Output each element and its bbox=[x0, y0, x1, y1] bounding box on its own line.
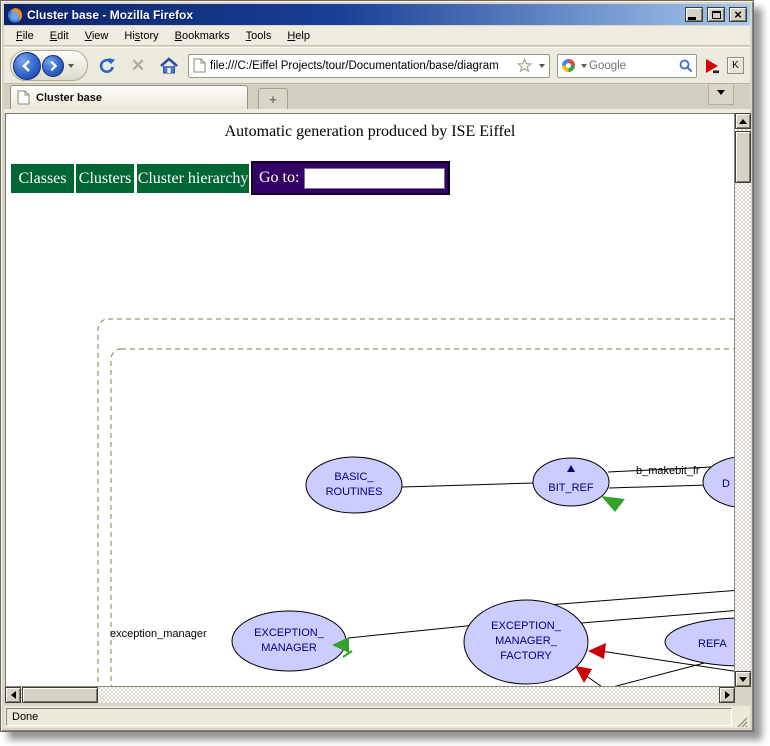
search-engine-dropdown-icon[interactable] bbox=[581, 64, 587, 71]
svg-text:BASIC_: BASIC_ bbox=[334, 471, 374, 483]
maximize-icon bbox=[712, 11, 721, 19]
scroll-down-button[interactable] bbox=[735, 671, 751, 687]
triangle-right-icon bbox=[725, 691, 734, 699]
edge-label: b_makebit_fr bbox=[636, 465, 700, 477]
window-title: Cluster base - Mozilla Firefox bbox=[27, 8, 681, 22]
menu-bar: File Edit View History Bookmarks Tools H… bbox=[4, 26, 750, 46]
navigation-toolbar: ✕ bbox=[4, 47, 750, 84]
svg-text:FACTORY: FACTORY bbox=[500, 650, 552, 662]
search-magnifier-icon[interactable] bbox=[679, 59, 693, 73]
stop-button[interactable]: ✕ bbox=[126, 53, 150, 79]
triangle-down-icon bbox=[739, 677, 747, 686]
home-icon bbox=[159, 57, 179, 74]
green-arrowhead-icon bbox=[601, 496, 625, 512]
firefox-icon bbox=[7, 7, 23, 23]
horizontal-scroll-thumb[interactable] bbox=[22, 687, 98, 703]
url-dropdown-icon[interactable] bbox=[539, 64, 545, 71]
menu-view[interactable]: View bbox=[77, 28, 117, 44]
status-bar: Done bbox=[4, 706, 750, 728]
back-arrow-icon bbox=[20, 59, 34, 73]
home-button[interactable] bbox=[157, 53, 181, 79]
kaspersky-icon[interactable] bbox=[704, 58, 720, 74]
close-button[interactable]: × bbox=[729, 7, 747, 22]
history-dropdown-icon[interactable] bbox=[68, 64, 74, 71]
cluster-diagram: b_makebit_fr exception_manager BASIC_ RO… bbox=[6, 114, 734, 686]
maximize-button[interactable] bbox=[707, 7, 725, 22]
red-arrowhead-icon bbox=[575, 666, 592, 683]
cluster-label: exception_manager bbox=[110, 628, 207, 640]
tab-cluster-base[interactable]: Cluster base bbox=[10, 85, 248, 109]
triangle-up-icon bbox=[739, 115, 747, 124]
horizontal-scrollbar[interactable] bbox=[5, 687, 735, 703]
node-exception-manager-factory[interactable]: EXCEPTION_ MANAGER_ FACTORY bbox=[464, 600, 588, 684]
browser-viewport: Automatic generation produced by ISE Eif… bbox=[5, 113, 751, 703]
scroll-left-button[interactable] bbox=[5, 687, 21, 703]
page-content: Automatic generation produced by ISE Eif… bbox=[6, 114, 734, 686]
menu-edit[interactable]: Edit bbox=[42, 28, 77, 44]
node-exception-manager[interactable]: EXCEPTION_ MANAGER bbox=[232, 611, 346, 671]
svg-text:D: D bbox=[722, 478, 730, 490]
scroll-up-button[interactable] bbox=[735, 113, 751, 129]
k-extension-button[interactable]: K bbox=[727, 57, 744, 74]
node-refa-partial[interactable]: REFA bbox=[665, 618, 734, 666]
menu-help[interactable]: Help bbox=[279, 28, 318, 44]
triangle-left-icon bbox=[7, 691, 16, 699]
close-icon: × bbox=[734, 10, 742, 20]
svg-text:ROUTINES: ROUTINES bbox=[326, 486, 383, 498]
page-icon bbox=[193, 58, 206, 73]
reload-button[interactable] bbox=[95, 53, 119, 79]
menu-bookmarks[interactable]: Bookmarks bbox=[167, 28, 238, 44]
menu-tools[interactable]: Tools bbox=[238, 28, 280, 44]
menu-file[interactable]: File bbox=[8, 28, 42, 44]
reload-icon bbox=[98, 57, 116, 75]
address-bar bbox=[188, 54, 550, 78]
node-bit-ref[interactable]: BIT_REF bbox=[533, 458, 609, 506]
tab-title: Cluster base bbox=[36, 92, 102, 104]
firefox-window: Cluster base - Mozilla Firefox × File Ed… bbox=[0, 0, 754, 732]
new-tab-button[interactable]: + bbox=[258, 88, 288, 109]
svg-text:BIT_REF: BIT_REF bbox=[548, 482, 594, 494]
bookmark-star-icon[interactable] bbox=[517, 58, 532, 73]
resize-grip-icon[interactable] bbox=[734, 714, 748, 728]
chevron-down-icon bbox=[717, 90, 725, 99]
url-input[interactable] bbox=[210, 60, 513, 72]
scrollbar-corner bbox=[735, 687, 751, 703]
svg-text:EXCEPTION_: EXCEPTION_ bbox=[254, 627, 325, 639]
back-forward-group bbox=[10, 50, 88, 81]
node-d-partial[interactable]: D bbox=[703, 456, 734, 508]
svg-text:MANAGER: MANAGER bbox=[261, 642, 317, 654]
back-button[interactable] bbox=[13, 52, 41, 80]
tab-bar: Cluster base + bbox=[4, 85, 750, 113]
svg-text:MANAGER_: MANAGER_ bbox=[495, 635, 558, 647]
search-box bbox=[557, 54, 697, 78]
vertical-scrollbar[interactable] bbox=[735, 113, 751, 687]
tab-page-icon bbox=[17, 90, 30, 105]
status-text: Done bbox=[6, 708, 732, 726]
scroll-right-button[interactable] bbox=[719, 687, 735, 703]
minimize-button[interactable] bbox=[685, 7, 703, 22]
forward-button[interactable] bbox=[42, 55, 64, 77]
search-input[interactable] bbox=[589, 60, 677, 72]
red-arrowhead-icon bbox=[588, 643, 606, 659]
menu-history[interactable]: History bbox=[116, 28, 166, 44]
list-all-tabs-button[interactable] bbox=[708, 83, 734, 105]
minimize-icon bbox=[688, 17, 696, 20]
vertical-scroll-thumb[interactable] bbox=[735, 131, 751, 183]
title-bar: Cluster base - Mozilla Firefox × bbox=[4, 4, 750, 25]
node-basic-routines[interactable]: BASIC_ ROUTINES bbox=[306, 457, 402, 513]
stop-icon: ✕ bbox=[131, 56, 145, 76]
svg-text:EXCEPTION_: EXCEPTION_ bbox=[491, 620, 562, 632]
forward-arrow-icon bbox=[47, 60, 59, 72]
google-icon[interactable] bbox=[561, 58, 576, 73]
svg-text:REFA: REFA bbox=[698, 638, 727, 650]
